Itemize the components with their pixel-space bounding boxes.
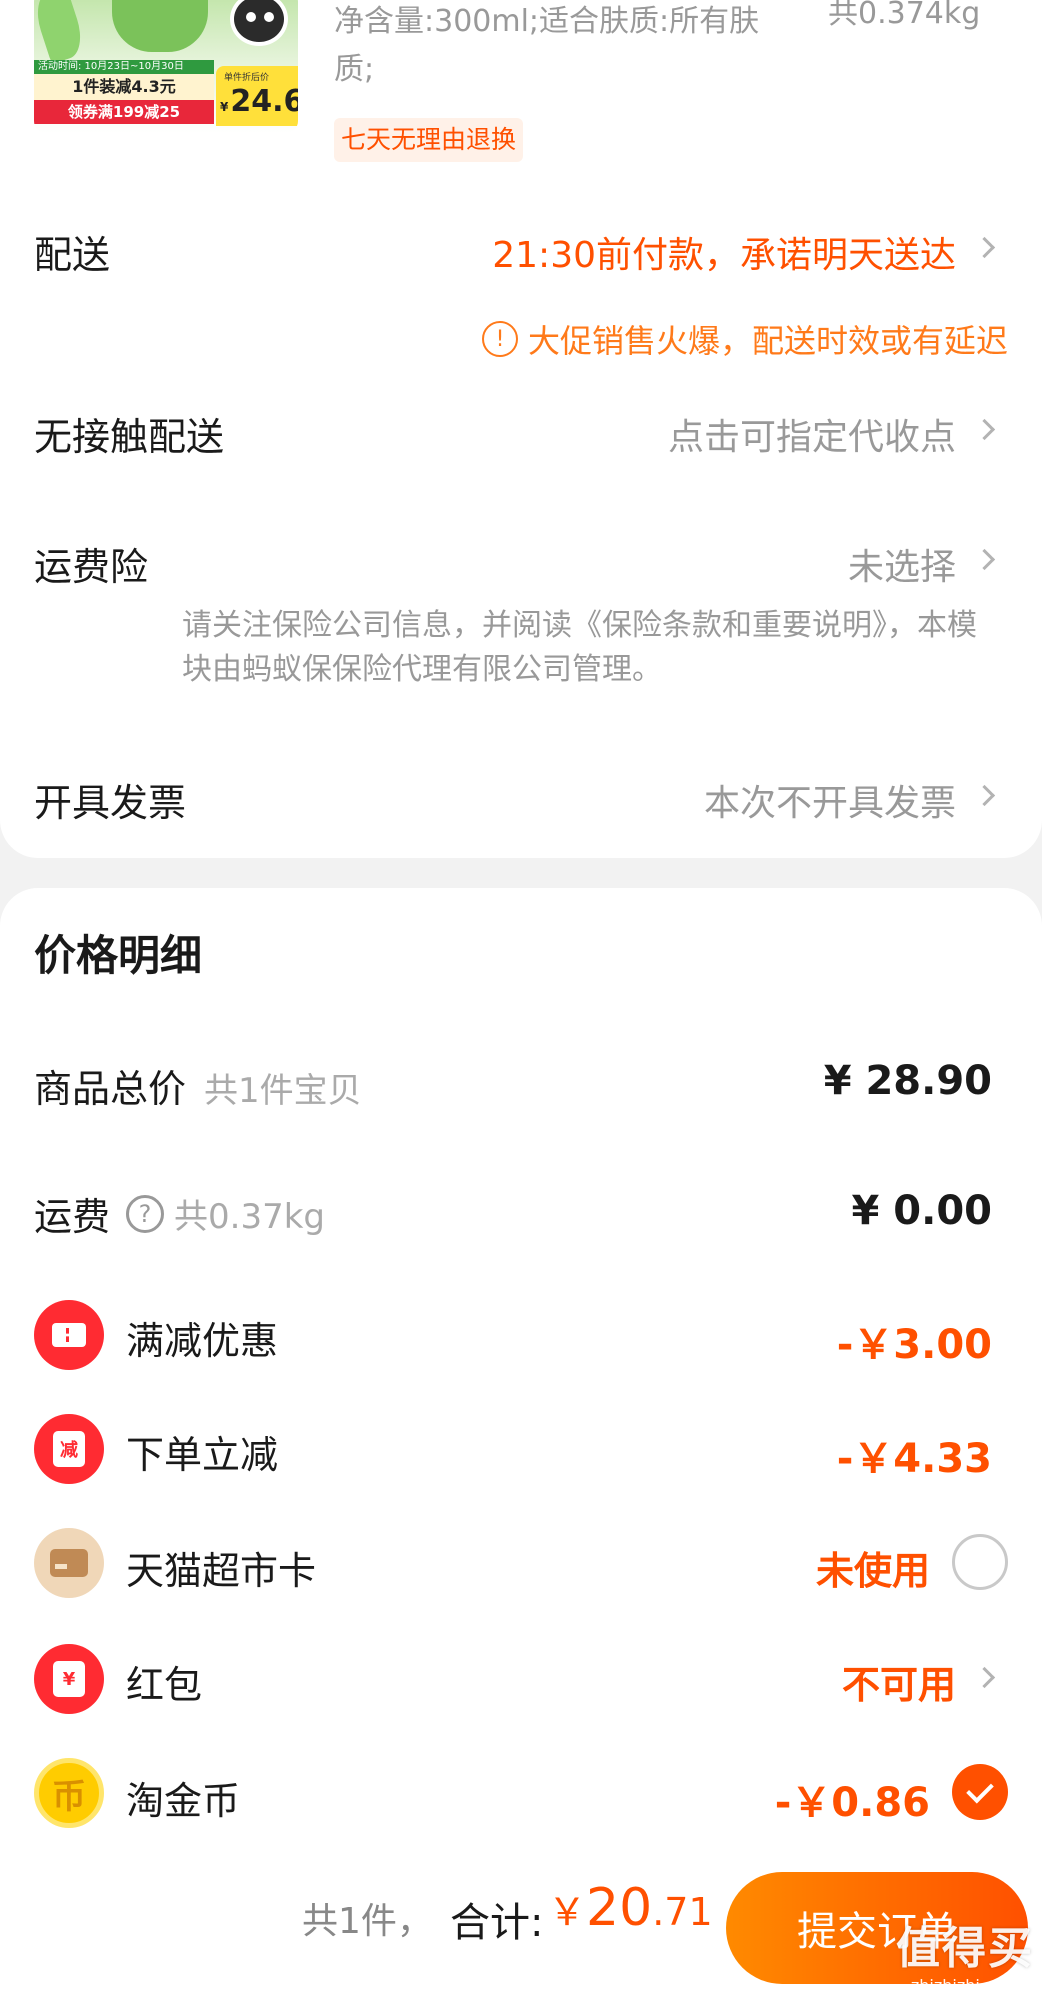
warning-icon: ! <box>481 321 518 357</box>
delivery-notice-text: 大促销售火爆，配送时效或有延迟 <box>527 322 1008 360</box>
product-thumbnail[interactable]: 活动时间: 10月23日~10月30日 1件装减4.3元 领券满199减25 单… <box>34 0 298 133</box>
product-spec: 净含量:300ml;适合肤质:所有肤质; <box>334 4 760 87</box>
watermark: 值得买 zhizhizhi.com <box>896 1912 1034 1994</box>
instant-discount-amount: -￥4.33 <box>836 1436 992 1482</box>
red-packet-status[interactable]: 不可用 <box>842 1654 956 1709</box>
red-packet-icon: ¥ <box>34 1644 104 1714</box>
price-detail-title: 价格明细 <box>34 931 203 980</box>
checkout-bar: 共1件， 合计: ￥20.71 提交订单 值得买 zhizhizhi.com <box>0 1852 1042 1994</box>
full-reduction-amount: -￥3.00 <box>836 1322 992 1368</box>
contactless-value[interactable]: 点击可指定代收点 <box>668 408 956 460</box>
supermarket-card-status: 未使用 <box>815 1549 930 1593</box>
discount-price-label: 单件折后价 <box>224 73 270 83</box>
goods-count: 共1件宝贝 <box>204 1071 362 1111</box>
discount-price-value: ¥24.6 <box>220 84 298 119</box>
instant-discount-label: 下单立减 <box>126 1433 279 1477</box>
gold-coin-amount: -￥0.86 <box>774 1780 930 1826</box>
red-packet-label: 红包 <box>126 1663 203 1707</box>
shipping-weight: 共0.37kg <box>174 1197 325 1237</box>
delivery-label: 配送 <box>34 233 111 277</box>
gold-coin-label: 淘金币 <box>126 1779 241 1823</box>
goods-total-row: 商品总价 共1件宝贝 <box>34 1058 362 1113</box>
invoice-chevron-icon[interactable] <box>973 784 996 807</box>
shipping-insurance-chevron-icon[interactable] <box>973 548 996 571</box>
delivery-delay-notice: ! 大促销售火爆，配送时效或有延迟 <box>481 316 1008 362</box>
watermark-url: zhizhizhi.com <box>910 1976 1020 1994</box>
full-reduction-label: 满减优惠 <box>126 1319 279 1363</box>
activity-time-strip: 活动时间: 10月23日~10月30日 <box>34 60 214 74</box>
supermarket-card-icon <box>34 1528 104 1598</box>
discount-price-badge: 单件折后价 ¥24.6 <box>216 66 298 126</box>
shipping-insurance-value[interactable]: 未选择 <box>848 538 956 590</box>
contactless-chevron-icon[interactable] <box>973 418 996 441</box>
delivery-promise[interactable]: 21:30前付款，承诺明天送达 <box>492 226 956 278</box>
delivery-chevron-icon[interactable] <box>973 236 996 259</box>
product-jar-image <box>112 0 208 52</box>
price-detail-card <box>0 888 1042 1900</box>
supermarket-card-radio[interactable] <box>952 1534 1008 1590</box>
gold-coin-icon: 币 <box>34 1758 104 1828</box>
coupon-strip: 领券满199减25 <box>34 100 214 124</box>
tmall-cat-icon <box>230 0 288 46</box>
red-packet-chevron-icon[interactable] <box>973 1666 996 1689</box>
product-weight: 共0.374kg <box>828 0 981 31</box>
shipping-insurance-label: 运费险 <box>34 545 149 589</box>
return-policy-tag: 七天无理由退换 <box>334 118 524 162</box>
goods-total-amount: ¥ 28.90 <box>823 1058 992 1104</box>
invoice-label: 开具发票 <box>34 781 187 825</box>
instant-discount-icon: 减 <box>34 1414 104 1484</box>
supermarket-card-label: 天猫超市卡 <box>126 1549 317 1593</box>
insurance-note: 请关注保险公司信息，并阅读《保险条款和重要说明》，本模块由蚂蚁保保险代理有限公司… <box>182 608 977 687</box>
help-icon[interactable]: ? <box>126 1194 165 1233</box>
shipping-fee-label: 运费 <box>34 1195 111 1239</box>
shipping-fee-row: 运费 ? 共0.37kg <box>34 1186 325 1241</box>
order-info-card: 活动时间: 10月23日~10月30日 1件装减4.3元 领券满199减25 单… <box>0 0 1042 858</box>
total-label: 合计: <box>450 1900 544 1946</box>
shipping-fee-amount: ¥ 0.00 <box>851 1188 992 1234</box>
watermark-text: 值得买 <box>896 1923 1034 1974</box>
item-count: 共1件， <box>302 1901 433 1942</box>
contactless-label: 无接触配送 <box>34 415 225 459</box>
offer-strip: 1件装减4.3元 <box>34 74 214 100</box>
aloe-leaf-image <box>34 0 88 65</box>
invoice-value[interactable]: 本次不开具发票 <box>704 774 956 826</box>
ticket-icon <box>34 1300 104 1370</box>
total-amount: ￥20.71 <box>548 1878 713 1938</box>
gold-coin-checkbox[interactable] <box>952 1764 1008 1820</box>
goods-total-label: 商品总价 <box>34 1067 187 1111</box>
